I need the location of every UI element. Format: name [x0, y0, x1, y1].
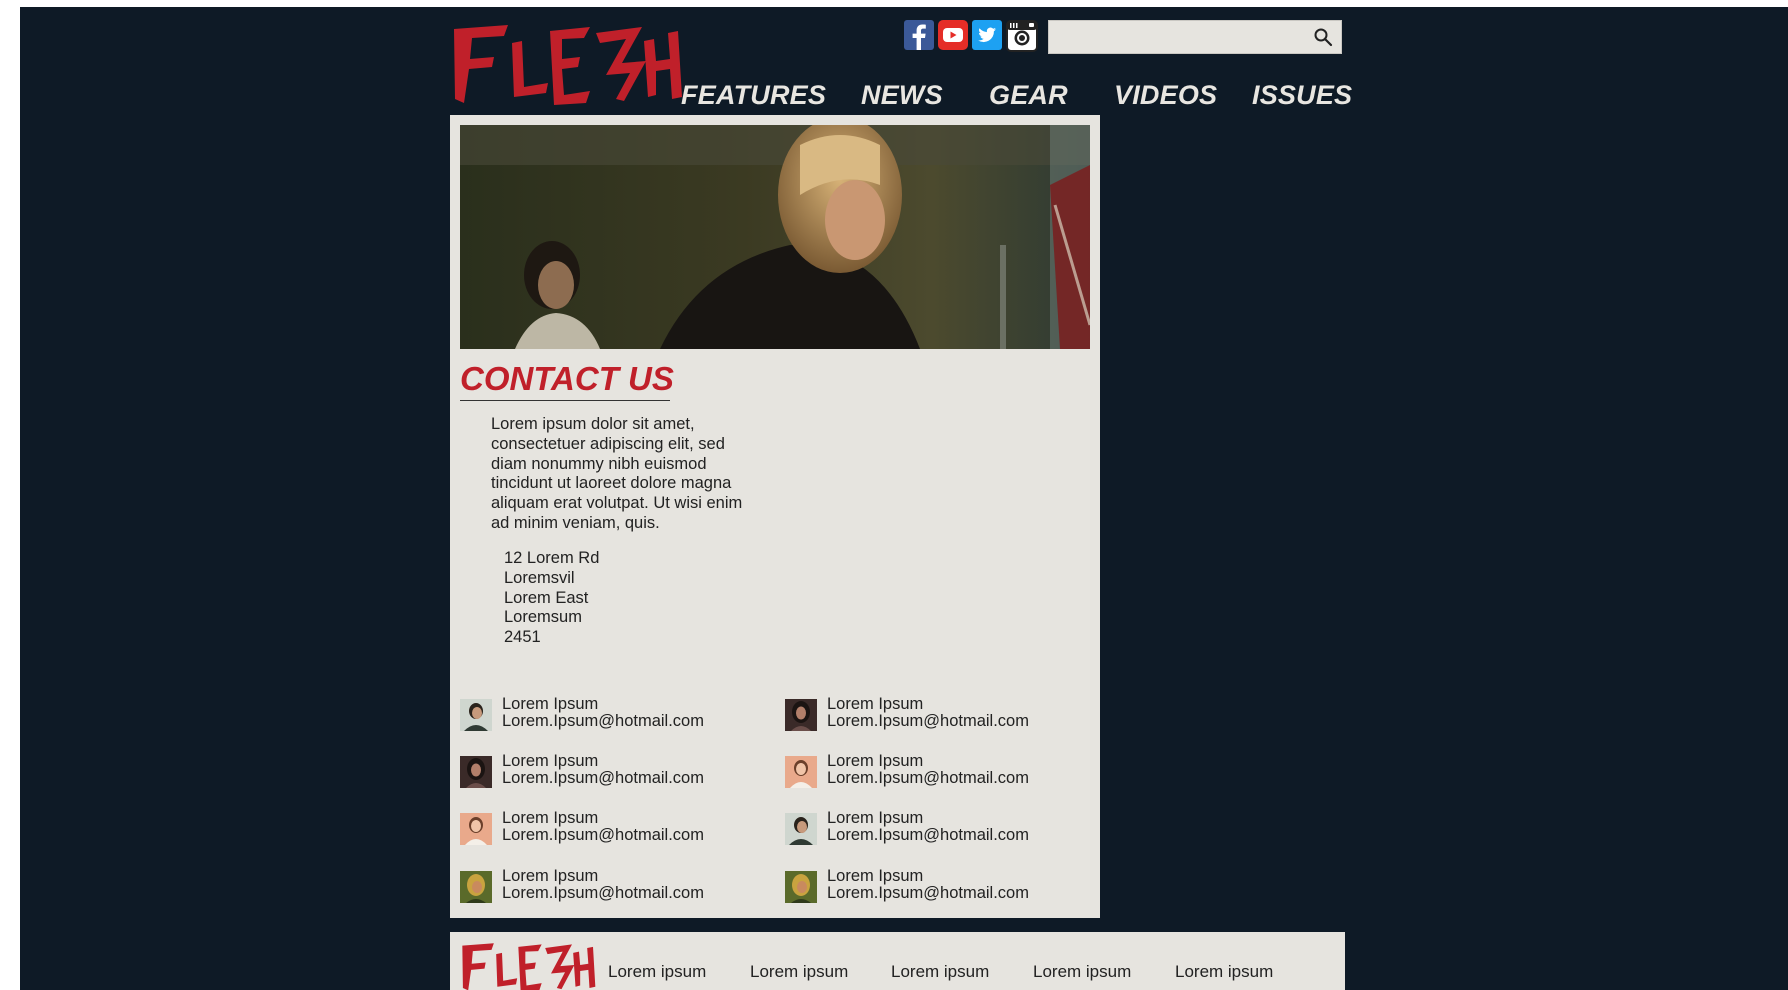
- footer-logo[interactable]: [460, 942, 600, 990]
- contact-name: Lorem Ipsum: [827, 809, 924, 827]
- nav-features[interactable]: FEATURES: [681, 80, 826, 111]
- contact-name: Lorem Ipsum: [502, 752, 599, 770]
- contact-name: Lorem Ipsum: [502, 867, 599, 885]
- page-title: CONTACT US: [460, 360, 674, 397]
- contact-name: Lorem Ipsum: [827, 695, 924, 713]
- avatar: [785, 699, 817, 731]
- avatar: [460, 871, 492, 903]
- contact-email[interactable]: Lorem.Ipsum@hotmail.com: [502, 770, 704, 787]
- contact-email[interactable]: Lorem.Ipsum@hotmail.com: [827, 713, 1029, 730]
- search-box[interactable]: [1048, 20, 1342, 54]
- contact-name: Lorem Ipsum: [827, 752, 924, 770]
- hero-image: [460, 125, 1090, 349]
- address-line: 2451: [504, 628, 541, 647]
- search-input[interactable]: [1049, 21, 1305, 53]
- address-block: 12 Lorem Rd Loremsvil Lorem East Loremsu…: [504, 549, 599, 648]
- contact-email[interactable]: Lorem.Ipsum@hotmail.com: [827, 885, 1029, 902]
- avatar: [460, 699, 492, 731]
- flesh-logo[interactable]: [450, 23, 690, 109]
- footer-link[interactable]: Lorem ipsum: [1175, 962, 1273, 982]
- contact-name: Lorem Ipsum: [827, 867, 924, 885]
- nav-issues[interactable]: ISSUES: [1252, 80, 1352, 111]
- contact-email[interactable]: Lorem.Ipsum@hotmail.com: [827, 827, 1029, 844]
- footer-link[interactable]: Lorem ipsum: [891, 962, 989, 982]
- facebook-icon[interactable]: [904, 20, 934, 50]
- search-icon[interactable]: [1313, 27, 1333, 47]
- contact-email[interactable]: Lorem.Ipsum@hotmail.com: [502, 885, 704, 902]
- avatar: [785, 756, 817, 788]
- contact-name: Lorem Ipsum: [502, 809, 599, 827]
- intro-text: Lorem ipsum dolor sit amet, consectetuer…: [491, 415, 743, 532]
- nav-videos[interactable]: VIDEOS: [1114, 80, 1217, 111]
- footer-link[interactable]: Lorem ipsum: [608, 962, 706, 982]
- address-line: Loremsvil: [504, 568, 575, 587]
- instagram-icon[interactable]: [1006, 20, 1038, 52]
- page-frame: FEATURES NEWS GEAR VIDEOS ISSUES CONTACT…: [20, 7, 1788, 990]
- address-line: 12 Lorem Rd: [504, 549, 600, 567]
- youtube-icon[interactable]: [938, 20, 968, 50]
- contact-email[interactable]: Lorem.Ipsum@hotmail.com: [827, 770, 1029, 787]
- avatar: [785, 813, 817, 845]
- title-underline: [460, 400, 670, 401]
- address-line: Loremsum: [504, 608, 582, 627]
- avatar: [460, 756, 492, 788]
- avatar: [460, 813, 492, 845]
- contact-name: Lorem Ipsum: [502, 695, 599, 713]
- twitter-icon[interactable]: [972, 20, 1002, 50]
- contact-email[interactable]: Lorem.Ipsum@hotmail.com: [502, 713, 704, 730]
- address-line: Lorem East: [504, 588, 589, 607]
- footer-link[interactable]: Lorem ipsum: [1033, 962, 1131, 982]
- contact-card: CONTACT US Lorem ipsum dolor sit amet, c…: [450, 115, 1100, 918]
- nav-news[interactable]: NEWS: [861, 80, 943, 111]
- footer-link[interactable]: Lorem ipsum: [750, 962, 848, 982]
- nav-gear[interactable]: GEAR: [989, 80, 1068, 111]
- footer: Lorem ipsum Lorem ipsum Lorem ipsum Lore…: [450, 932, 1345, 990]
- avatar: [785, 871, 817, 903]
- contact-email[interactable]: Lorem.Ipsum@hotmail.com: [502, 827, 704, 844]
